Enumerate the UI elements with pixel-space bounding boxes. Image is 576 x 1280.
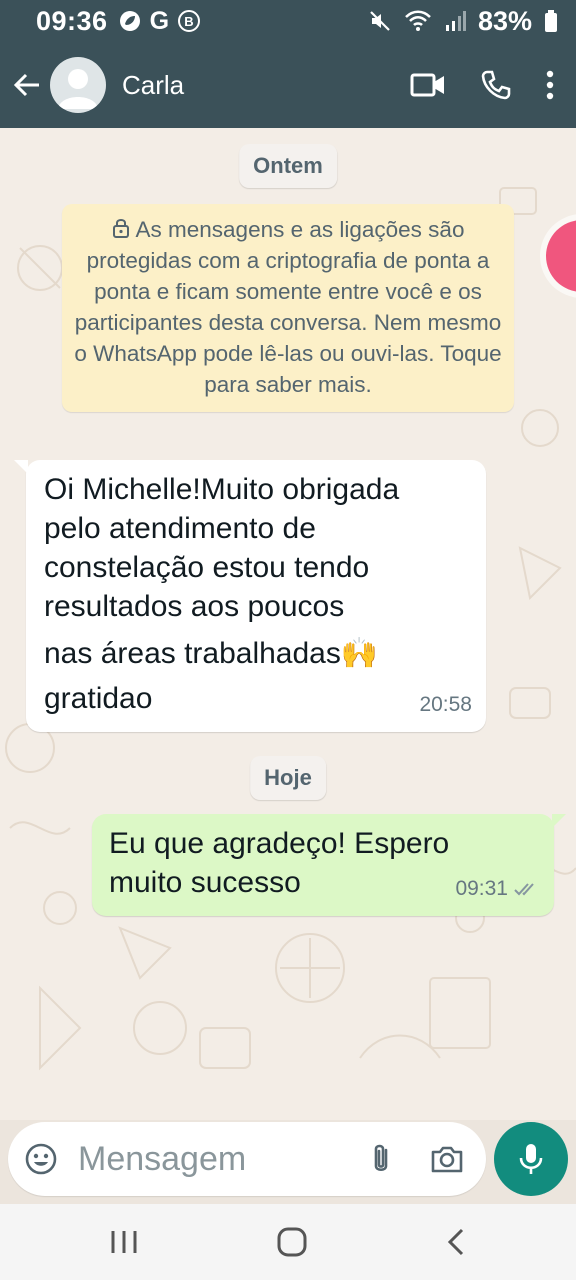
more-options-icon[interactable] (546, 70, 554, 100)
mic-button[interactable] (494, 1122, 568, 1196)
header-actions (410, 69, 554, 101)
chat-header: Carla (0, 42, 576, 128)
message-time: 20:58 (419, 693, 472, 716)
signal-icon (445, 11, 466, 31)
arrow-left-icon (13, 73, 39, 97)
message-line: constelação estou tendo (44, 551, 370, 584)
phone-call-icon[interactable] (480, 69, 512, 101)
message-composer[interactable]: Mensagem (8, 1122, 486, 1196)
incoming-message[interactable]: Oi Michelle!Muito obrigada pelo atendime… (14, 460, 486, 732)
bitcoin-icon: B (178, 10, 201, 32)
attachment-icon[interactable] (370, 1142, 392, 1176)
date-chip-today: Hoje (250, 756, 326, 800)
message-input[interactable]: Mensagem (78, 1140, 246, 1179)
encryption-notice-text: As mensagens e as ligações são protegida… (74, 217, 502, 397)
date-chip-yesterday: Ontem (239, 144, 337, 188)
message-line: nas áreas trabalhadas🙌 (44, 637, 379, 670)
system-nav-bar (0, 1204, 576, 1280)
wifi-icon (405, 10, 431, 31)
back-nav-icon[interactable] (445, 1227, 467, 1257)
leaf-icon (119, 11, 140, 31)
default-avatar-icon (58, 69, 98, 109)
composer-tools (370, 1142, 464, 1176)
lock-icon (112, 219, 129, 238)
double-check-icon (514, 882, 534, 895)
battery-icon (545, 10, 557, 32)
message-time: 09:31 (455, 877, 508, 900)
status-time: 09:36 (36, 5, 108, 36)
message-line: resultados aos poucos (44, 590, 345, 623)
outgoing-message[interactable]: Eu que agradeço! Espero muito sucesso 09… (92, 814, 566, 916)
message-meta: 09:31 (455, 869, 540, 908)
message-line: gratidao (44, 682, 153, 715)
message-line: pelo atendimento de (44, 512, 316, 545)
status-left-icons: G B (118, 7, 201, 36)
contact-name[interactable]: Carla (122, 70, 184, 101)
recent-apps-icon[interactable] (109, 1229, 139, 1255)
status-right-icons: 83% (368, 6, 558, 37)
avatar[interactable] (50, 57, 106, 113)
video-call-icon[interactable] (410, 71, 446, 99)
chat-area[interactable]: Ontem As mensagens e as ligações são pro… (0, 128, 576, 1120)
microphone-icon (519, 1144, 543, 1174)
encryption-notice[interactable]: As mensagens e as ligações são protegida… (62, 204, 514, 412)
back-button[interactable] (4, 42, 50, 128)
status-bar: 09:36 G B 83% (0, 0, 576, 42)
battery-level: 83% (477, 5, 532, 36)
mute-icon (370, 11, 390, 31)
svg-text:B: B (184, 14, 193, 29)
emoji-icon[interactable] (24, 1142, 58, 1176)
message-line: Eu que agradeço! Espero (109, 827, 450, 860)
g-icon: G (149, 6, 170, 35)
home-icon[interactable] (276, 1226, 308, 1258)
message-line: Oi Michelle!Muito obrigada (44, 473, 400, 506)
message-meta: 20:58 (419, 685, 472, 724)
camera-icon[interactable] (430, 1144, 464, 1174)
